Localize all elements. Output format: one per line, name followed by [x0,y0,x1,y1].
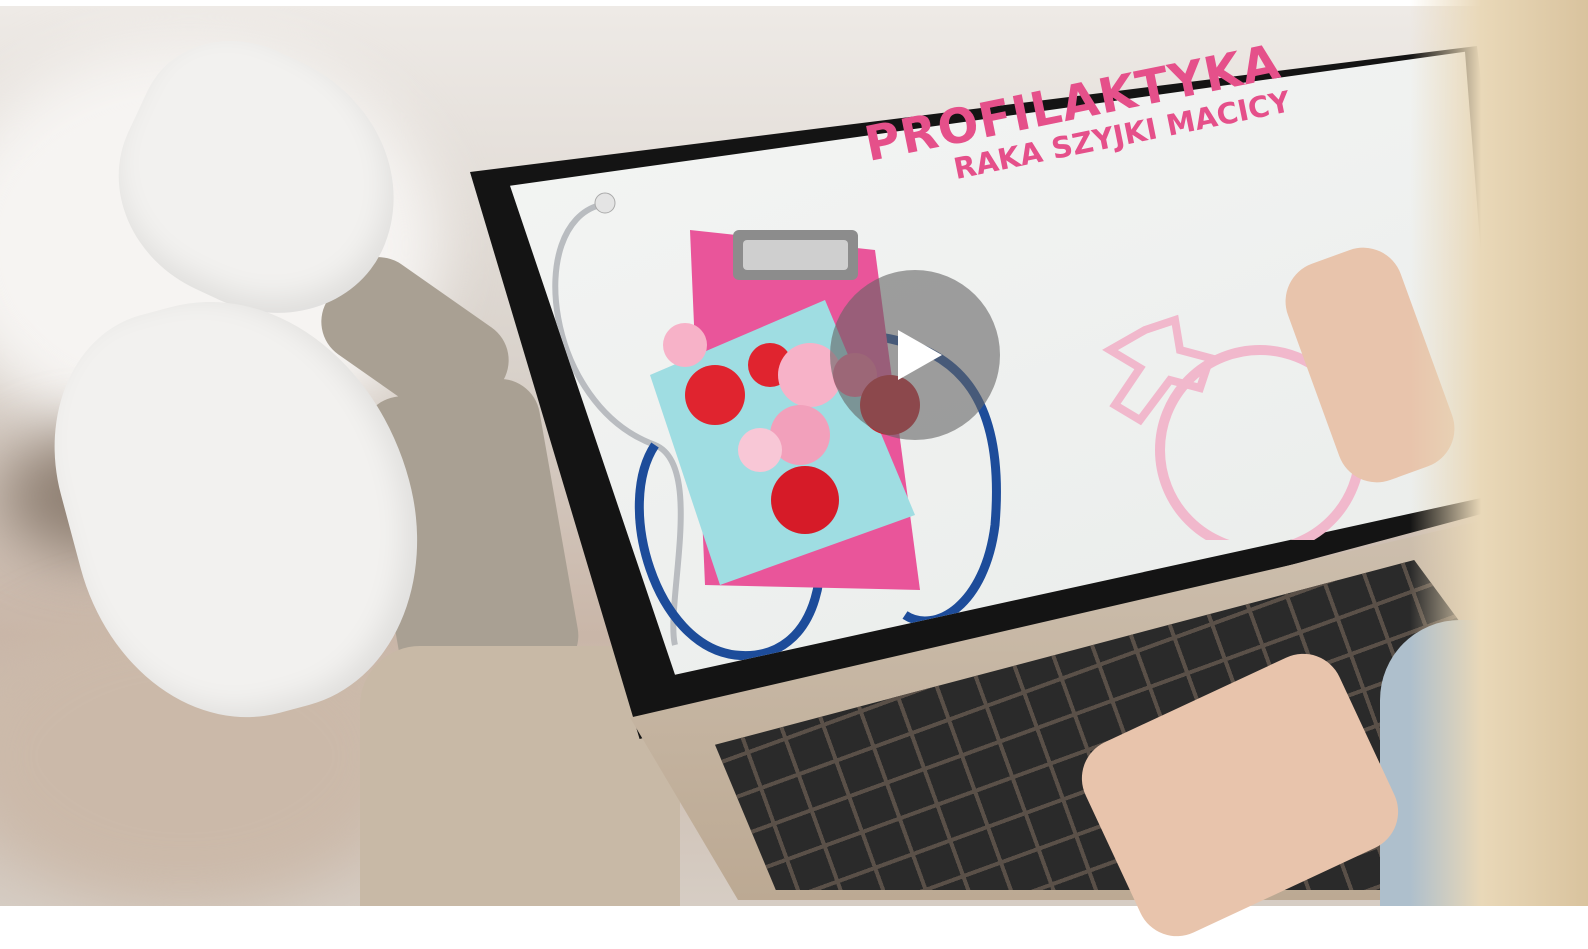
play-button[interactable] [830,270,1000,440]
play-icon [898,330,942,380]
person-hair [1410,0,1588,906]
